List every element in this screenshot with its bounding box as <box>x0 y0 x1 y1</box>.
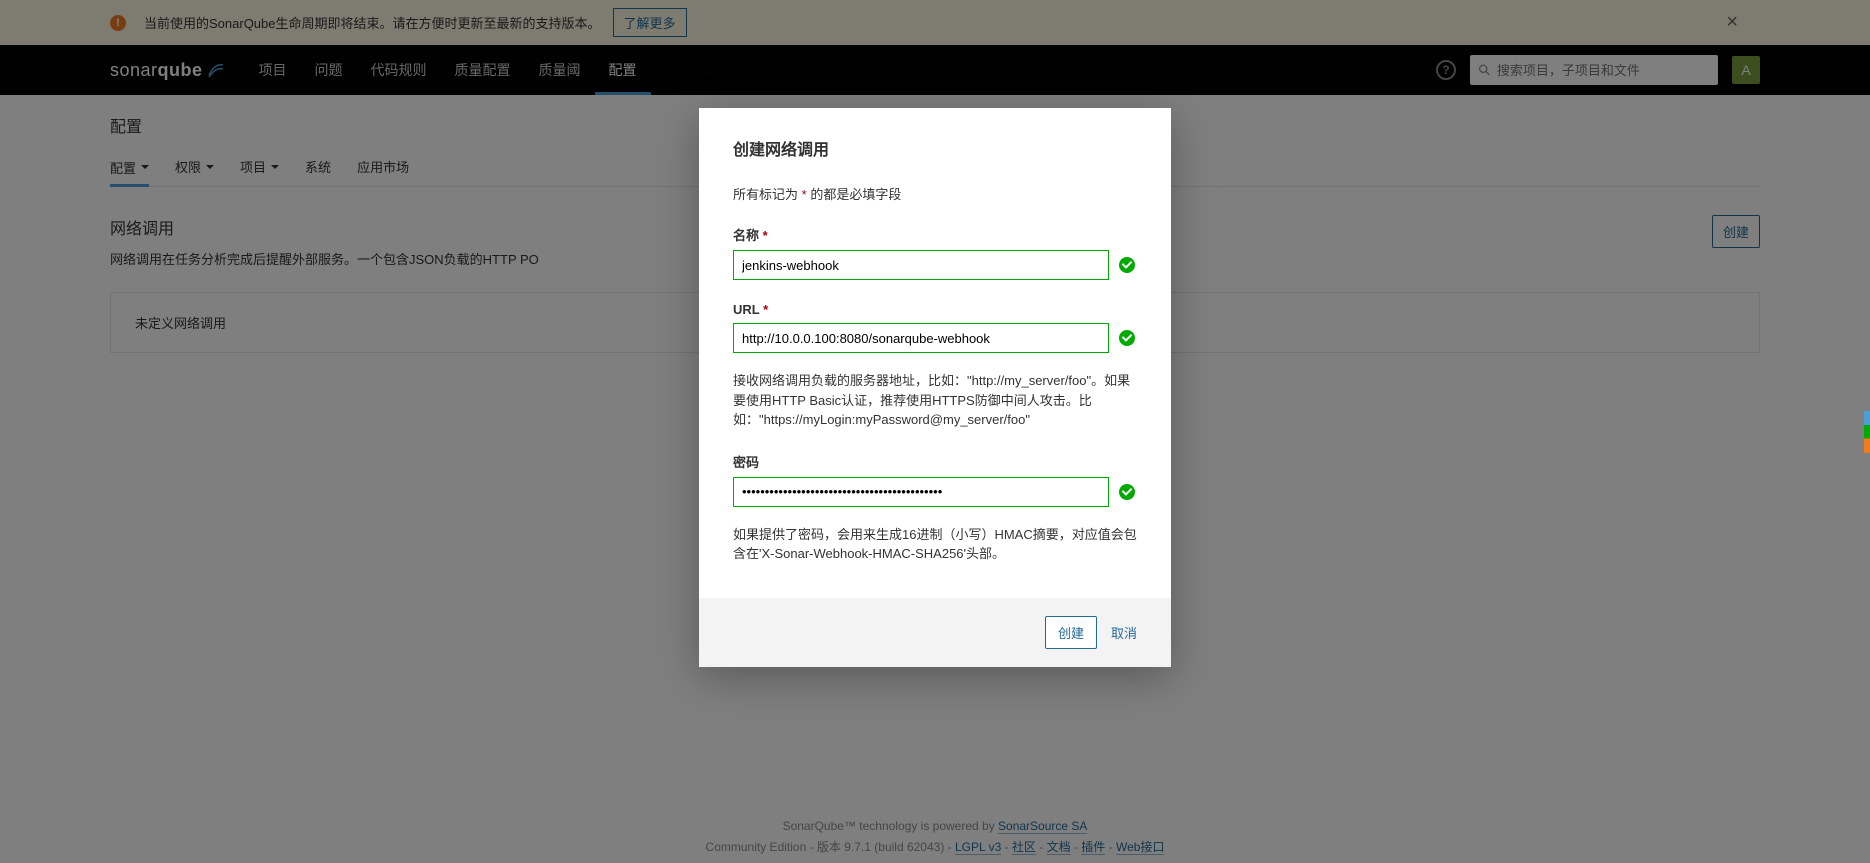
asterisk-icon: * <box>763 302 768 317</box>
create-webhook-modal: 创建网络调用 所有标记为 * 的都是必填字段 名称 * URL * 接收网络调用… <box>699 108 1171 667</box>
url-label: URL * <box>733 302 1137 317</box>
asterisk-icon: * <box>763 228 768 243</box>
valid-check-icon <box>1119 330 1135 346</box>
required-note: 所有标记为 * 的都是必填字段 <box>733 184 1137 203</box>
right-edge-indicator <box>1864 411 1870 453</box>
modal-cancel-link[interactable]: 取消 <box>1111 623 1137 642</box>
asterisk-icon: * <box>802 187 807 202</box>
webhook-url-input[interactable] <box>733 323 1109 353</box>
webhook-name-input[interactable] <box>733 250 1109 280</box>
valid-check-icon <box>1119 484 1135 500</box>
modal-title: 创建网络调用 <box>733 136 1137 160</box>
modal-footer: 创建 取消 <box>699 598 1171 667</box>
password-help-text: 如果提供了密码，会用来生成16进制（小写）HMAC摘要，对应值会包含在'X-So… <box>733 525 1137 564</box>
url-help-text: 接收网络调用负载的服务器地址，比如："http://my_server/foo"… <box>733 371 1137 430</box>
webhook-password-input[interactable] <box>733 477 1109 507</box>
name-label: 名称 * <box>733 225 1137 244</box>
modal-submit-button[interactable]: 创建 <box>1045 616 1097 649</box>
password-label: 密码 <box>733 452 1137 471</box>
valid-check-icon <box>1119 257 1135 273</box>
